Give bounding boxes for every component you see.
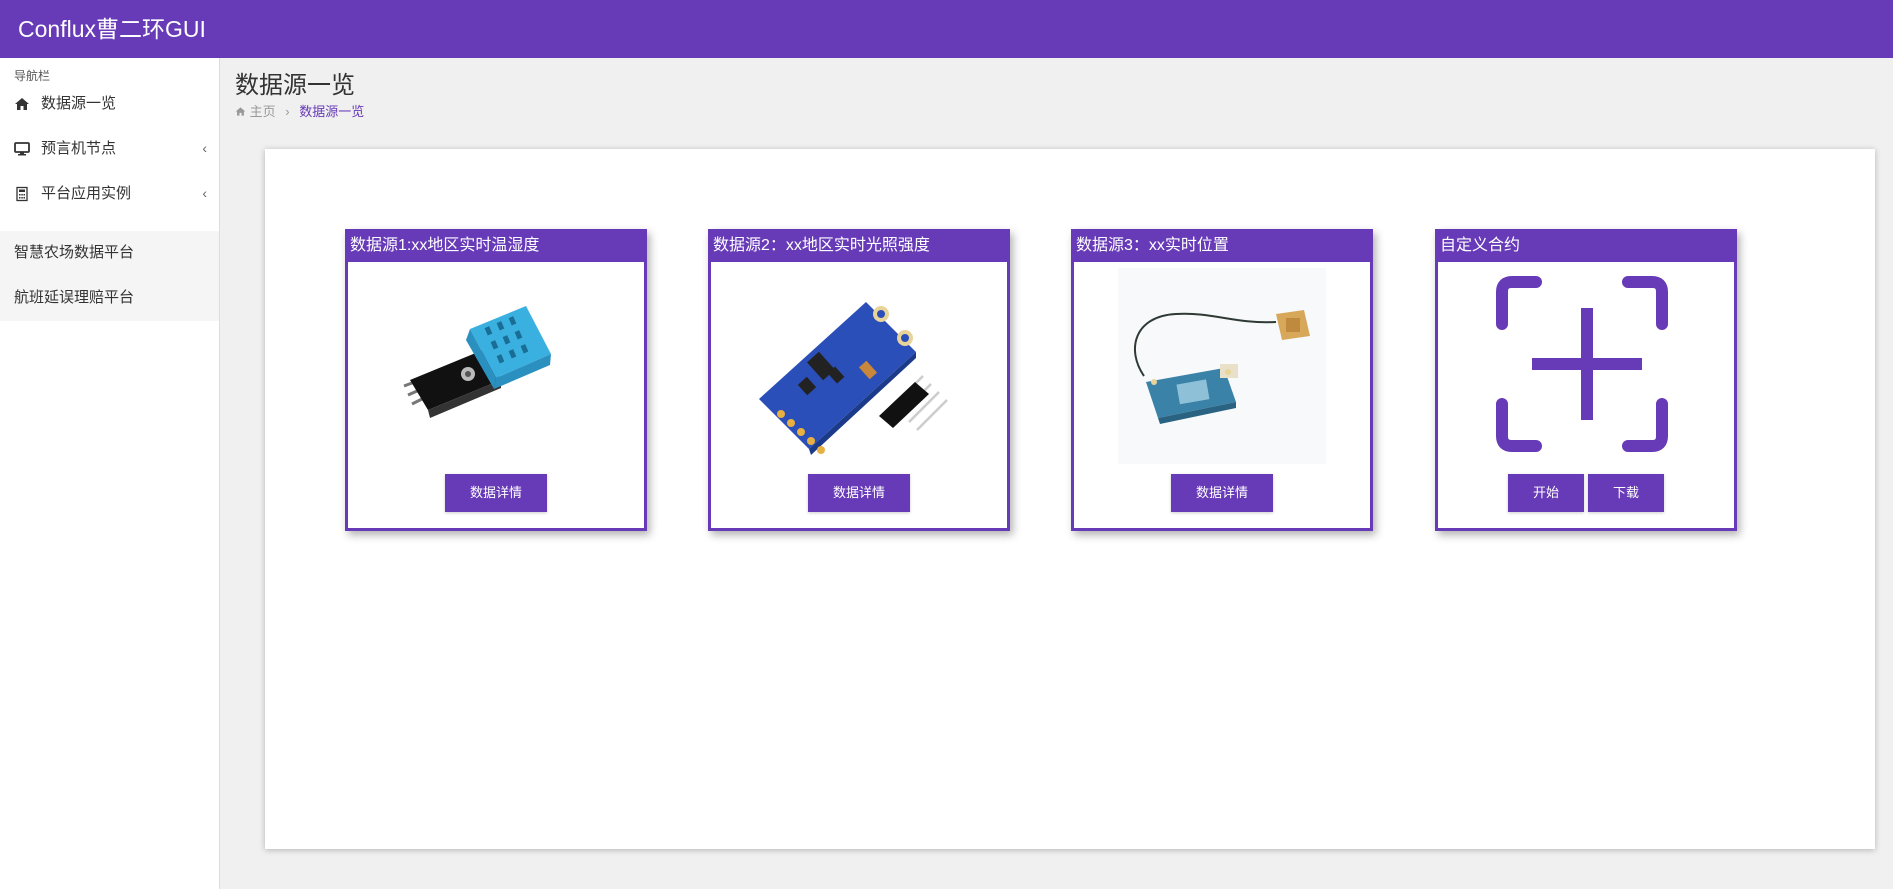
home-icon [235,107,246,116]
top-bar: Conflux曹二环GUI [0,0,1893,58]
breadcrumb-home-label: 主页 [249,104,276,119]
data-source-card: 数据源3：xx实时位置 数据详情 [1071,229,1373,531]
data-details-button[interactable]: 数据详情 [808,474,910,512]
sidebar-item-data-sources[interactable]: 数据源一览 [0,82,219,127]
content-panel: 数据源1:xx地区实时温湿度 数据详情 数据源2：xx地区实时光照强度 数据详情… [265,149,1875,849]
humidity-sensor-image [403,306,551,418]
data-source-card: 数据源1:xx地区实时温湿度 数据详情 [345,229,647,531]
sidebar-item-label: 数据源一览 [41,95,117,112]
card-title: 数据源2：xx地区实时光照强度 [711,232,1007,262]
card-title: 数据源1:xx地区实时温湿度 [348,232,644,262]
breadcrumb: 主页 › 数据源一览 [235,101,364,120]
custom-contract-card: 自定义合约 开始 下载 [1435,229,1737,531]
card-title: 自定义合约 [1438,232,1734,262]
card-title: 数据源3：xx实时位置 [1074,232,1370,262]
sidebar-item-label: 预言机节点 [41,140,117,157]
calculator-icon [16,186,28,202]
data-source-card: 数据源2：xx地区实时光照强度 数据详情 [708,229,1010,531]
sidebar-item-platform-apps[interactable]: 平台应用实例 ‹ [0,172,219,217]
chevron-left-icon[interactable]: ‹ [202,140,207,156]
sidebar: 导航栏 数据源一览 预言机节点 ‹ 平台应用实例 ‹ 智慧农场数据平台 航班延误… [0,58,220,889]
data-details-button[interactable]: 数据详情 [1171,474,1273,512]
data-details-button[interactable]: 数据详情 [445,474,547,512]
sidebar-item-smart-farm[interactable]: 智慧农场数据平台 [0,231,219,276]
gps-module-image [1118,268,1326,464]
sidebar-item-flight-delay[interactable]: 航班延误理赔平台 [0,276,219,321]
add-frame-icon[interactable] [1438,264,1734,464]
breadcrumb-current: 数据源一览 [299,104,365,119]
page-title: 数据源一览 [235,72,355,99]
sidebar-item-oracle-nodes[interactable]: 预言机节点 ‹ [0,127,219,172]
breadcrumb-home[interactable]: 主页 [235,104,279,119]
monitor-icon [14,142,30,156]
sidebar-item-label: 平台应用实例 [41,185,132,202]
download-button[interactable]: 下载 [1588,474,1664,512]
sidebar-item-label: 智慧农场数据平台 [14,244,135,261]
start-button[interactable]: 开始 [1508,474,1584,512]
sidebar-item-label: 航班延误理赔平台 [14,289,135,306]
light-sensor-image [759,302,948,455]
home-icon [15,98,29,110]
chevron-right-icon: › [285,104,290,119]
chevron-left-icon[interactable]: ‹ [202,185,207,201]
app-title[interactable]: Conflux曹二环GUI [18,14,206,44]
